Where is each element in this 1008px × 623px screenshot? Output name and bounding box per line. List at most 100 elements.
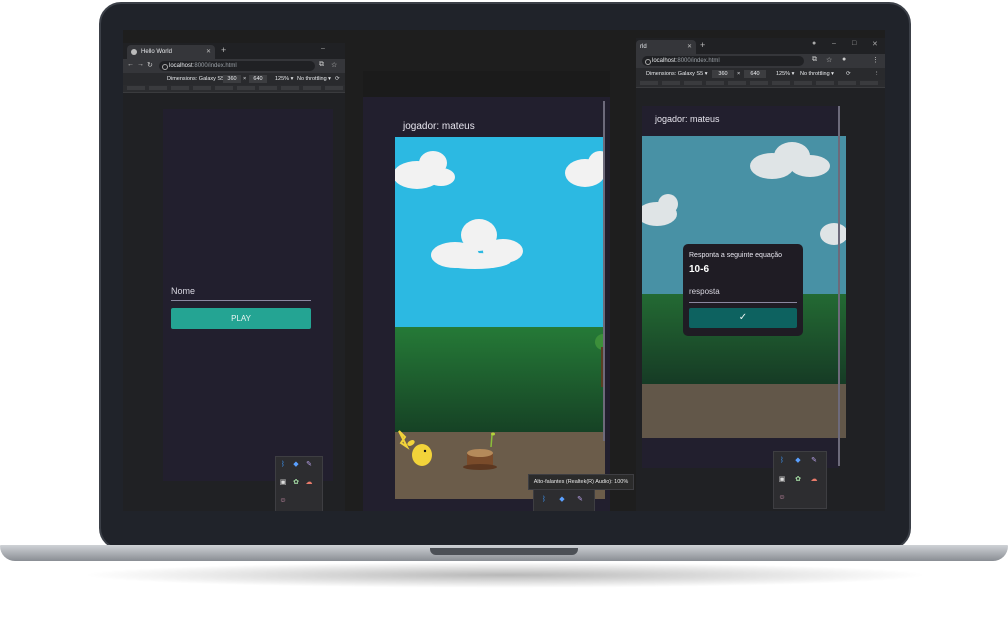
more-options-icon[interactable]: ⋮ (874, 68, 880, 80)
zoom-select[interactable]: 125% ▾ (776, 68, 794, 80)
name-input[interactable]: Nome (171, 286, 195, 296)
player-label: jogador: mateus (655, 114, 720, 124)
device-select[interactable]: Dimensions: Galaxy S5 ▾ (167, 73, 228, 85)
new-tab-icon[interactable]: + (700, 40, 705, 50)
minimize-icon[interactable]: – (321, 45, 325, 52)
middle-game-view: jogador: mateus (363, 71, 610, 511)
url-bar: ← → ↻ localhost:8000/index.html ⧉ ☆ (123, 59, 345, 73)
right-browser-window: rld ✕ + ● – □ ✕ localhost:8000/index.htm… (636, 38, 885, 511)
address-input[interactable]: localhost:8000/index.html (159, 61, 315, 71)
phone-viewport: Nome PLAY (163, 109, 333, 481)
character-icon[interactable]: ☺ (778, 494, 786, 502)
url-path: :8000/index.html (192, 63, 237, 69)
security-icon[interactable]: ◆ (292, 461, 300, 469)
dialog-title: Responta a seguinte equação (689, 252, 783, 259)
tab-bar: rld ✕ + ● – □ ✕ (636, 38, 885, 54)
throttling-select[interactable]: No throttling ▾ (297, 73, 331, 85)
bluetooth-icon[interactable]: ᛒ (778, 457, 786, 465)
account-icon[interactable]: ● (842, 56, 846, 63)
info-icon (162, 64, 168, 70)
browser-tab[interactable]: rld ✕ (636, 40, 696, 54)
equation-dialog: Responta a seguinte equação 10-6 respost… (683, 244, 803, 336)
reload-icon[interactable]: ↻ (147, 61, 153, 69)
answer-input[interactable]: resposta (689, 287, 720, 296)
bookmark-star-icon[interactable]: ☆ (826, 56, 832, 64)
width-input[interactable]: 360 (223, 75, 241, 83)
profile-icon[interactable]: ● (812, 40, 816, 47)
pen-icon[interactable]: ✎ (305, 461, 313, 469)
app-icon[interactable]: ✿ (794, 476, 802, 484)
maximize-icon[interactable]: □ (852, 40, 856, 47)
forward-icon[interactable]: → (137, 61, 144, 68)
laptop-screen: Hello World ✕ + – ← → ↻ localhost:8000/i… (123, 30, 885, 511)
throttling-select[interactable]: No throttling ▾ (800, 68, 834, 80)
cloud-icon[interactable]: ☁ (305, 479, 313, 487)
cloud-sprite (820, 223, 846, 245)
bookmark-star-icon[interactable]: ☆ (331, 61, 337, 69)
browser-tab[interactable]: Hello World ✕ (127, 45, 215, 59)
cloud-sprite (565, 151, 605, 187)
favicon-icon (131, 49, 137, 55)
cloud-icon[interactable]: ☁ (810, 476, 818, 484)
new-tab-icon[interactable]: + (221, 45, 226, 55)
info-icon (645, 59, 651, 65)
url-bar: localhost:8000/index.html ⧉ ☆ ● ⋮ (636, 54, 885, 68)
url-path: :8000/index.html (675, 58, 720, 64)
device-toolbar: Dimensions: Galaxy S5 ▾ 360 × 640 125% ▾… (123, 73, 345, 85)
store-icon[interactable]: ▣ (279, 479, 287, 487)
url-host: localhost (169, 63, 193, 69)
cloud-sprite (750, 142, 830, 179)
address-input[interactable]: localhost:8000/index.html (642, 56, 804, 66)
security-icon[interactable]: ◆ (558, 496, 566, 504)
store-icon[interactable]: ▣ (778, 476, 786, 484)
height-input[interactable]: 640 (249, 75, 267, 83)
confirm-button[interactable]: ✓ (689, 308, 797, 328)
scrollbar[interactable] (603, 101, 605, 441)
play-button[interactable]: PLAY (171, 308, 311, 329)
laptop-notch (430, 548, 578, 555)
translate-icon[interactable]: ⧉ (812, 56, 817, 64)
pikachu-sprite (398, 430, 432, 466)
app-icon[interactable]: ✿ (292, 479, 300, 487)
times-sign: × (243, 76, 247, 82)
rotate-icon[interactable]: ⟳ (335, 73, 340, 85)
media-query-bar (636, 80, 885, 88)
middle-top-bar (363, 71, 610, 97)
pen-icon[interactable]: ✎ (576, 496, 584, 504)
game-sprites (395, 151, 605, 470)
tray-popup-right: ᛒ ◆ ✎ ▣ ✿ ☁ ☺ (773, 451, 827, 509)
minimize-icon[interactable]: – (832, 40, 836, 47)
character-icon[interactable]: ☺ (279, 497, 287, 505)
back-icon[interactable]: ← (127, 61, 134, 68)
game-canvas[interactable] (395, 137, 605, 499)
translate-icon[interactable]: ⧉ (319, 61, 324, 69)
device-toolbar: Dimensions: Galaxy S5 ▾ 360 × 640 125% ▾… (636, 68, 885, 80)
game-canvas[interactable]: Responta a seguinte equação 10-6 respost… (642, 136, 846, 438)
rotate-icon[interactable]: ⟳ (846, 68, 851, 80)
cloud-sprite (395, 151, 455, 189)
close-window-icon[interactable]: ✕ (872, 40, 878, 48)
times-sign: × (737, 71, 741, 77)
bluetooth-icon[interactable]: ᛒ (540, 496, 548, 504)
volume-tooltip: Alto-falantes (Realtek(R) Audio): 100% (528, 474, 634, 490)
cloud-sprite (642, 194, 678, 226)
media-query-bar (123, 85, 345, 93)
check-icon: ✓ (738, 312, 748, 323)
input-underline (689, 302, 797, 303)
stump-sprite (463, 432, 497, 470)
scrollbar[interactable] (838, 106, 840, 466)
left-browser-window: Hello World ✕ + – ← → ↻ localhost:8000/i… (123, 43, 345, 511)
zoom-select[interactable]: 125% ▾ (275, 73, 293, 85)
menu-icon[interactable]: ⋮ (872, 56, 879, 64)
phone-viewport: jogador: mateus Responta a seguinte equa… (642, 106, 846, 468)
security-icon[interactable]: ◆ (794, 457, 802, 465)
width-input[interactable]: 360 (712, 70, 734, 78)
close-tab-icon[interactable]: ✕ (687, 40, 692, 54)
device-select[interactable]: Dimensions: Galaxy S5 ▾ (646, 68, 707, 80)
pen-icon[interactable]: ✎ (810, 457, 818, 465)
input-underline (171, 300, 311, 301)
close-tab-icon[interactable]: ✕ (206, 45, 211, 59)
url-host: localhost (652, 58, 676, 64)
bluetooth-icon[interactable]: ᛒ (279, 461, 287, 469)
height-input[interactable]: 640 (744, 70, 766, 78)
